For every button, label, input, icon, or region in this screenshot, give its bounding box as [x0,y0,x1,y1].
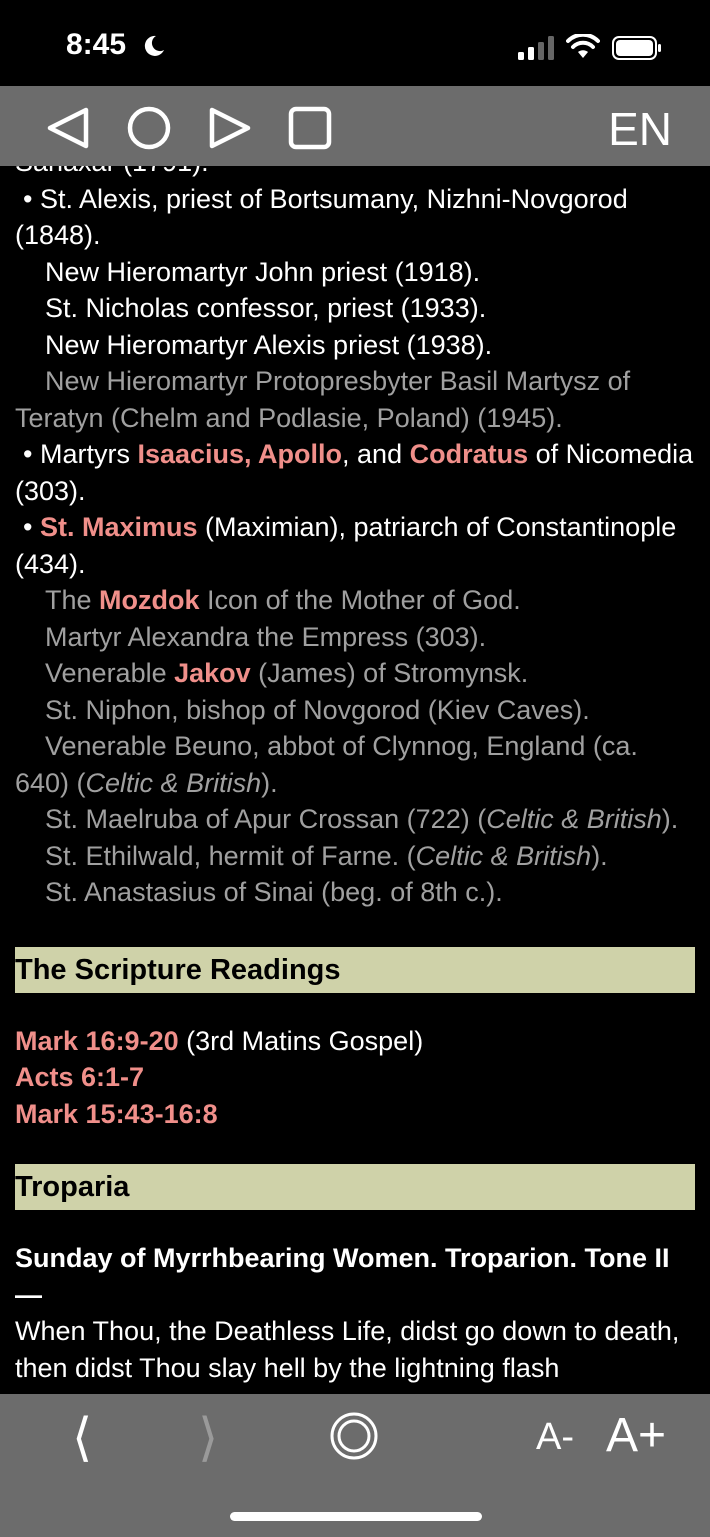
wifi-icon [566,34,600,58]
troparion-heading: Sunday of Myrrhbearing Women. Troparion.… [15,1243,670,1310]
saints-line: The Mozdok Icon of the Mother of God. [45,585,521,615]
troparion-text: When Thou, the Deathless Life, didst go … [15,1316,680,1383]
saints-line: • St. Maximus (Maximian), patriarch of C… [15,512,677,579]
saints-line: St. Nicholas confessor, priest (1933). [45,293,487,323]
forward-triangle-icon[interactable] [206,104,254,152]
overview-square-icon[interactable] [286,104,334,152]
next-day-button[interactable]: ⟩ [198,1408,218,1468]
saints-line: Sanaxar (1791). [15,166,695,181]
reading-line: Acts 6:1-7 [15,1059,695,1096]
moon-icon [144,35,164,56]
font-decrease-button[interactable]: A- [536,1416,574,1459]
saints-line: Martyr Alexandra the Empress (303). [45,621,487,652]
saints-line: • Martyrs Isaacius, Apollo, and Codratus… [15,439,694,506]
saint-link[interactable]: Codratus [410,439,529,469]
saints-line: St. Maelruba of Apur Crossan (722) (Celt… [45,804,679,834]
section-header-readings: The Scripture Readings [15,946,695,993]
calendar-content: Sanaxar (1791). • St. Alexis, priest of … [0,166,710,1394]
reading-line: Mark 15:43-16:8 [15,1096,695,1133]
prev-day-button[interactable]: ⟨ [72,1408,92,1468]
language-button[interactable]: EN [608,102,672,156]
saints-line: St. Ethilwald, hermit of Farne. (Celtic … [45,840,608,871]
saints-line: New Hieromartyr Protopresbyter Basil Mar… [15,366,631,433]
saints-line: St. Anastasius of Sinai (beg. of 8th c.)… [45,877,503,907]
top-toolbar: EN [0,86,710,166]
calendar-target-icon[interactable] [328,1410,380,1462]
reading-line: Mark 16:9-20 (3rd Matins Gospel) [15,1025,424,1056]
back-triangle-icon[interactable] [44,104,92,152]
saint-link[interactable]: Mozdok [99,585,200,615]
reading-link[interactable]: Mark 16:9-20 [15,1026,179,1056]
status-time: 8:45 [66,28,127,61]
saint-link[interactable]: St. Maximus [40,512,198,542]
saints-line: St. Niphon, bishop of Novgorod (Kiev Cav… [45,694,590,725]
reading-link[interactable]: Mark 15:43-16:8 [15,1099,218,1129]
saints-line: New Hieromartyr Alexis priest (1938). [45,329,493,360]
saints-line: New Hieromartyr John priest (1918). [45,256,481,287]
font-increase-button[interactable]: A+ [606,1408,666,1463]
saints-line: Venerable Jakov (James) of Stromynsk. [45,658,529,688]
signal-icon [518,36,554,60]
saint-link[interactable]: Isaacius, Apollo [137,439,342,469]
section-header-troparia: Troparia [15,1164,695,1210]
saint-link[interactable]: Jakov [174,658,251,688]
status-bar: 8:45 [0,0,710,86]
reading-link[interactable]: Acts 6:1-7 [15,1062,144,1092]
home-circle-icon[interactable] [125,104,173,152]
saints-line: Venerable Beuno, abbot of Clynnog, Engla… [15,731,638,798]
battery-icon [612,36,661,60]
home-indicator[interactable] [230,1512,482,1521]
saints-line: • St. Alexis, priest of Bortsumany, Nizh… [15,183,628,251]
